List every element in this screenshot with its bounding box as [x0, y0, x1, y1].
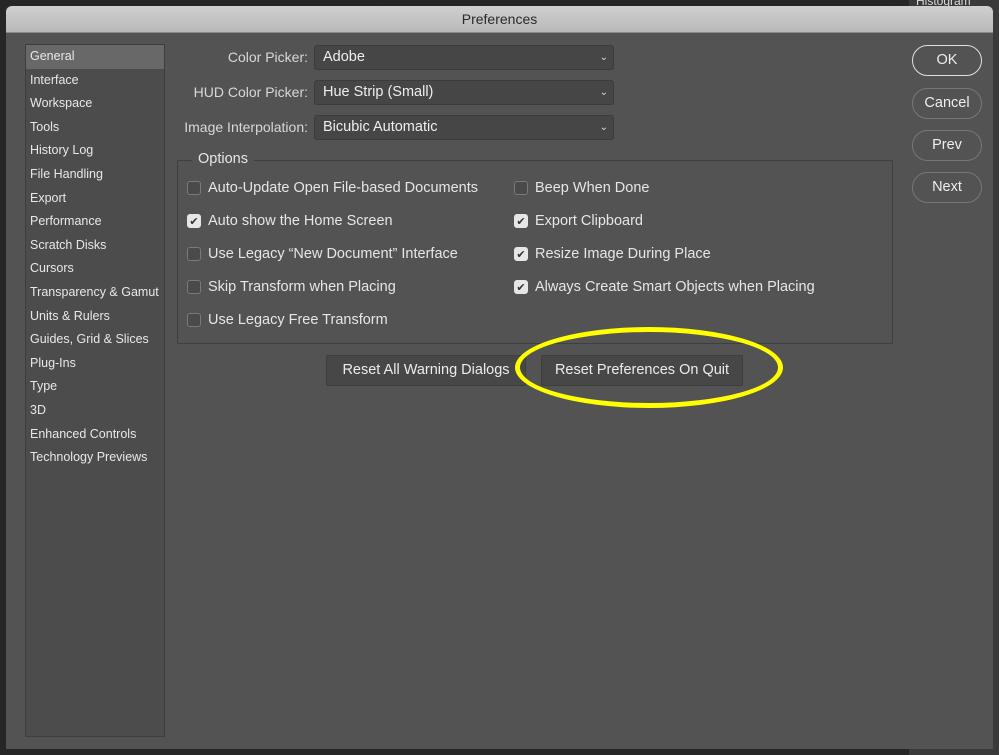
- select-value: Adobe: [323, 48, 365, 65]
- image-interpolation-select[interactable]: Bicubic Automatic ⌄: [314, 114, 614, 140]
- hud-color-picker-row: HUD Color Picker: Hue Strip (Small) ⌄: [166, 79, 614, 105]
- sidebar-item-plug-ins[interactable]: Plug-Ins: [26, 352, 164, 376]
- hud-color-picker-select[interactable]: Hue Strip (Small) ⌄: [314, 79, 614, 105]
- sidebar-item-export[interactable]: Export: [26, 187, 164, 211]
- preferences-dialog: Preferences General Interface Workspace Too…: [6, 6, 993, 749]
- checkbox-label: Resize Image During Place: [535, 246, 711, 262]
- checkbox-beep-when-done[interactable]: Beep When Done: [514, 180, 649, 196]
- sidebar-item-cursors[interactable]: Cursors: [26, 257, 164, 281]
- chevron-down-icon: ⌄: [599, 86, 608, 98]
- checkbox-export-clipboard[interactable]: ✔ Export Clipboard: [514, 213, 643, 229]
- sidebar-item-units-rulers[interactable]: Units & Rulers: [26, 305, 164, 329]
- ok-button[interactable]: OK: [912, 45, 982, 76]
- checkmark-icon[interactable]: ✔: [187, 214, 201, 228]
- cancel-button[interactable]: Cancel: [912, 88, 982, 119]
- prev-button[interactable]: Prev: [912, 130, 982, 161]
- checkbox-auto-show-the-home-screen[interactable]: ✔ Auto show the Home Screen: [187, 213, 393, 229]
- checkmark-icon[interactable]: ✔: [514, 247, 528, 261]
- reset-warning-dialogs-button[interactable]: Reset All Warning Dialogs: [326, 355, 526, 386]
- checkbox-label: Use Legacy “New Document” Interface: [208, 246, 458, 262]
- dialog-title: Preferences: [6, 6, 993, 33]
- sidebar-item-technology-previews[interactable]: Technology Previews: [26, 446, 164, 470]
- sidebar-item-transparency-gamut[interactable]: Transparency & Gamut: [26, 281, 164, 305]
- select-value: Bicubic Automatic: [323, 118, 438, 135]
- next-button[interactable]: Next: [912, 172, 982, 203]
- checkbox-box[interactable]: [187, 313, 201, 327]
- sidebar-item-guides-grid-slices[interactable]: Guides, Grid & Slices: [26, 328, 164, 352]
- image-interpolation-row: Image Interpolation: Bicubic Automatic ⌄: [166, 114, 614, 140]
- checkbox-skip-transform-when-placing[interactable]: Skip Transform when Placing: [187, 279, 396, 295]
- color-picker-row: Color Picker: Adobe ⌄: [166, 44, 614, 70]
- sidebar-item-history-log[interactable]: History Log: [26, 139, 164, 163]
- checkbox-label: Always Create Smart Objects when Placing: [535, 279, 815, 295]
- checkbox-box[interactable]: [187, 247, 201, 261]
- checkbox-resize-image-during-place[interactable]: ✔ Resize Image During Place: [514, 246, 711, 262]
- checkbox-label: Auto-Update Open File-based Documents: [208, 180, 479, 196]
- color-picker-select[interactable]: Adobe ⌄: [314, 44, 614, 70]
- chevron-down-icon: ⌄: [599, 121, 608, 133]
- checkbox-box[interactable]: [187, 181, 201, 195]
- preferences-sidebar: General Interface Workspace Tools History Lo…: [25, 44, 165, 737]
- checkmark-icon[interactable]: ✔: [514, 280, 528, 294]
- checkbox-label: Use Legacy Free Transform: [208, 312, 388, 328]
- checkbox-label: Beep When Done: [535, 180, 650, 196]
- checkbox-label: Auto show the Home Screen: [208, 213, 393, 229]
- checkbox-always-create-smart-objects-when-placing[interactable]: ✔ Always Create Smart Objects when Placin…: [514, 279, 815, 295]
- checkbox-use-legacy-new-document-interface[interactable]: Use Legacy “New Document” Interface: [187, 246, 458, 262]
- checkbox-box[interactable]: [514, 181, 528, 195]
- checkmark-icon[interactable]: ✔: [514, 214, 528, 228]
- reset-preferences-on-quit-button[interactable]: Reset Preferences On Quit: [541, 355, 743, 386]
- sidebar-item-enhanced-controls[interactable]: Enhanced Controls: [26, 423, 164, 447]
- checkbox-label: Skip Transform when Placing: [208, 279, 396, 295]
- sidebar-item-performance[interactable]: Performance: [26, 210, 164, 234]
- sidebar-item-scratch-disks[interactable]: Scratch Disks: [26, 234, 164, 258]
- chevron-down-icon: ⌄: [599, 51, 608, 63]
- sidebar-item-interface[interactable]: Interface: [26, 69, 164, 93]
- select-value: Hue Strip (Small): [323, 83, 434, 100]
- sidebar-item-general[interactable]: General: [26, 45, 164, 69]
- checkbox-use-legacy-free-transform[interactable]: Use Legacy Free Transform: [187, 312, 388, 328]
- sidebar-item-file-handling[interactable]: File Handling: [26, 163, 164, 187]
- checkbox-auto-update-open-file-based-documents[interactable]: Auto-Update Open File-based Documents: [187, 180, 478, 196]
- checkbox-box[interactable]: [187, 280, 201, 294]
- sidebar-item-3d[interactable]: 3D: [26, 399, 164, 423]
- options-title: Options: [192, 151, 254, 167]
- color-picker-label: Color Picker:: [227, 49, 308, 65]
- hud-color-picker-label: HUD Color Picker:: [193, 84, 308, 100]
- sidebar-item-workspace[interactable]: Workspace: [26, 92, 164, 116]
- sidebar-item-type[interactable]: Type: [26, 375, 164, 399]
- checkbox-label: Export Clipboard: [535, 213, 643, 229]
- sidebar-item-tools[interactable]: Tools: [26, 116, 164, 140]
- image-interpolation-label: Image Interpolation:: [184, 119, 308, 135]
